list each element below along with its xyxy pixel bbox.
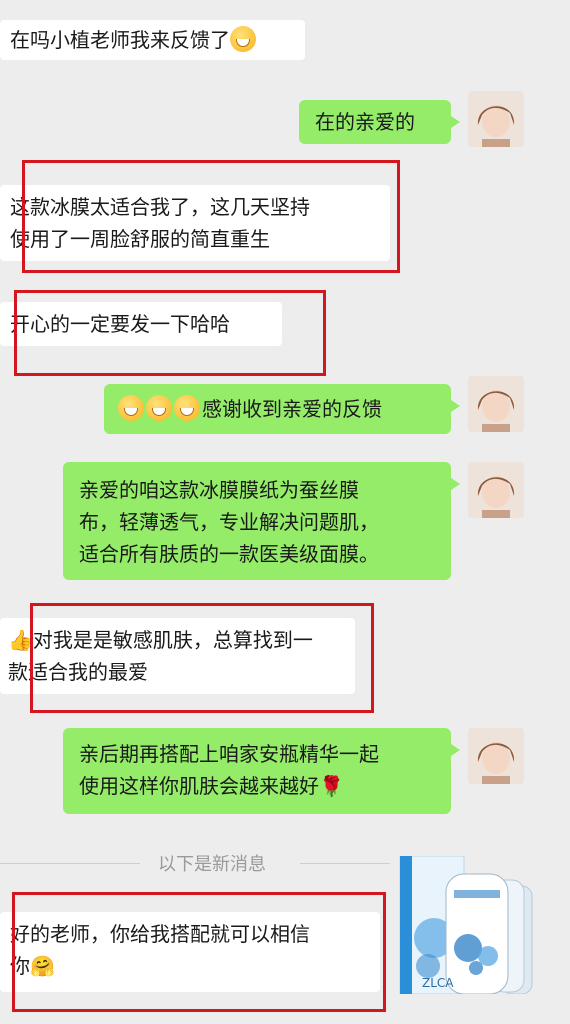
- divider-line: [300, 863, 390, 864]
- message-line: 布，轻薄透气，专业解决问题肌，: [79, 510, 379, 534]
- hug-emoji-icon: 🤗: [30, 954, 55, 978]
- message-bubble-incoming[interactable]: 好的老师，你给我搭配就可以相信 你🤗: [0, 912, 380, 992]
- user-avatar-icon: [468, 376, 524, 432]
- thumbs-up-emoji-icon: 👍: [8, 628, 33, 652]
- message-bubble-outgoing[interactable]: 亲爱的咱这款冰膜膜纸为蚕丝膜 布，轻薄透气，专业解决问题肌， 适合所有肤质的一款…: [63, 462, 460, 580]
- message-line: 你🤗: [10, 954, 55, 978]
- smile-emoji-icon: [146, 395, 172, 421]
- product-brand-label: ZLCA: [422, 976, 454, 990]
- avatar[interactable]: [468, 462, 524, 518]
- message-line: 使用这样你肌肤会越来越好🌹: [79, 774, 344, 798]
- message-line: 好的老师，你给我搭配就可以相信: [10, 922, 310, 946]
- user-avatar-icon: [468, 728, 524, 784]
- avatar[interactable]: [468, 91, 524, 147]
- message-text: 开心的一定要发一下哈哈: [10, 312, 230, 336]
- message-bubble-incoming[interactable]: 👍对我是是敏感肌肤，总算找到一 款适合我的最爱: [0, 618, 355, 694]
- divider-text: 以下是新消息: [158, 854, 266, 875]
- message-bubble-outgoing[interactable]: 亲后期再搭配上咱家安瓶精华一起 使用这样你肌肤会越来越好🌹: [63, 728, 460, 814]
- mask-product-icon: [399, 855, 533, 995]
- message-text: 感谢收到亲爱的反馈: [202, 397, 382, 421]
- user-avatar-icon: [468, 91, 524, 147]
- message-bubble-incoming[interactable]: 这款冰膜太适合我了，这几天坚持 使用了一周脸舒服的简直重生: [0, 185, 390, 261]
- message-bubble-incoming[interactable]: 开心的一定要发一下哈哈: [0, 302, 282, 346]
- message-line: 款适合我的最爱: [8, 660, 148, 684]
- message-bubble-outgoing[interactable]: 在的亲爱的: [299, 100, 460, 144]
- avatar[interactable]: [468, 376, 524, 432]
- smile-emoji-icon: [118, 395, 144, 421]
- smile-emoji-icon: [174, 395, 200, 421]
- message-text: 在吗小植老师我来反馈了: [10, 28, 230, 52]
- divider-line: [0, 863, 140, 864]
- message-line: 👍对我是是敏感肌肤，总算找到一: [8, 628, 313, 652]
- rose-emoji-icon: 🌹: [319, 774, 344, 798]
- message-line: 这款冰膜太适合我了，这几天坚持: [10, 195, 310, 219]
- product-image[interactable]: ZLCA: [398, 855, 534, 995]
- message-bubble-outgoing[interactable]: 感谢收到亲爱的反馈: [104, 384, 460, 434]
- message-line: 适合所有肤质的一款医美级面膜。: [79, 542, 379, 566]
- message-line: 亲后期再搭配上咱家安瓶精华一起: [79, 742, 379, 766]
- message-text: 在的亲爱的: [315, 110, 415, 134]
- message-line: 亲爱的咱这款冰膜膜纸为蚕丝膜: [79, 478, 359, 502]
- user-avatar-icon: [468, 462, 524, 518]
- message-line: 使用了一周脸舒服的简直重生: [10, 227, 270, 251]
- message-bubble-incoming[interactable]: 在吗小植老师我来反馈了: [0, 20, 305, 60]
- grinning-emoji-icon: [230, 26, 256, 52]
- avatar[interactable]: [468, 728, 524, 784]
